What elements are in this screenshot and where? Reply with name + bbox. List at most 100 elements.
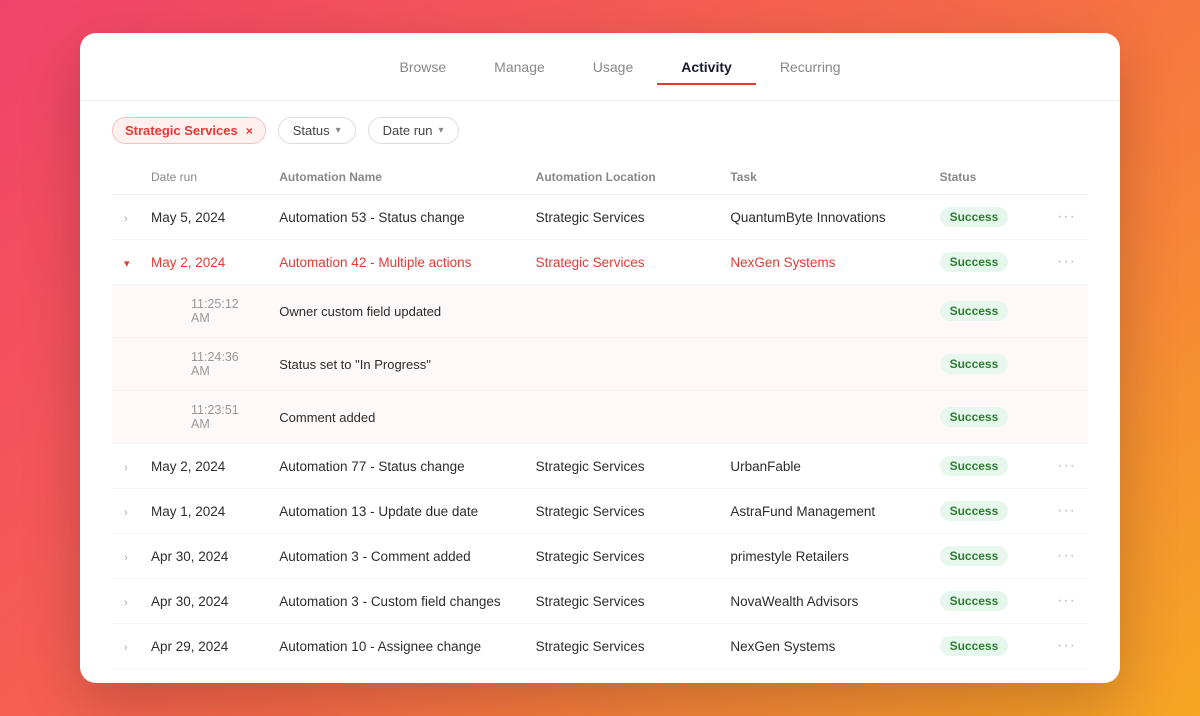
status-badge: Success — [940, 636, 1009, 656]
actions-cell[interactable]: ··· — [1045, 579, 1088, 624]
status-cell: Success — [928, 624, 1045, 669]
actions-cell[interactable]: ··· — [1045, 624, 1088, 669]
location-cell: Strategic Services — [524, 444, 719, 489]
sub-task-cell — [718, 391, 927, 444]
more-options-icon[interactable]: ··· — [1057, 457, 1076, 474]
expand-icon[interactable]: › — [112, 624, 139, 669]
tab-manage[interactable]: Manage — [470, 51, 569, 85]
task-cell: NexGen Systems — [718, 624, 927, 669]
filters-bar: Strategic Services × Status ▾ Date run ▾ — [80, 101, 1120, 160]
more-options-icon[interactable]: ··· — [1057, 592, 1076, 609]
more-options-icon[interactable]: ··· — [1057, 208, 1076, 225]
table-row: › May 5, 2024 Automation 53 - Status cha… — [112, 195, 1088, 240]
daterun-filter-label: Date run — [383, 123, 433, 138]
sub-status-cell: Success — [928, 338, 1045, 391]
sub-action-cell: Comment added — [267, 391, 523, 444]
actions-cell[interactable]: ··· — [1045, 444, 1088, 489]
status-badge: Success — [940, 252, 1009, 272]
location-cell: Strategic Services — [524, 195, 719, 240]
date-cell: May 5, 2024 — [139, 195, 267, 240]
location-cell: Strategic Services — [524, 240, 719, 285]
status-cell: Success — [928, 489, 1045, 534]
date-cell: Apr 30, 2024 — [139, 579, 267, 624]
task-cell: NexGen Systems — [718, 240, 927, 285]
sub-task-cell — [718, 285, 927, 338]
table-container: Date run Automation Name Automation Loca… — [80, 160, 1120, 683]
main-card: Browse Manage Usage Activity Recurring S… — [80, 33, 1120, 683]
date-cell: May 2, 2024 — [139, 444, 267, 489]
actions-cell[interactable]: ··· — [1045, 240, 1088, 285]
task-cell: primestyle Retailers — [718, 534, 927, 579]
actions-cell[interactable]: ··· — [1045, 195, 1088, 240]
sub-expand-icon — [112, 338, 139, 391]
date-cell: Apr 29, 2024 — [139, 624, 267, 669]
more-options-icon[interactable]: ··· — [1057, 502, 1076, 519]
automation-name-cell: Automation 3 - Custom field changes — [267, 579, 523, 624]
automation-name-cell: Automation 3 - Comment added — [267, 534, 523, 579]
status-badge: Success — [940, 591, 1009, 611]
tab-usage[interactable]: Usage — [569, 51, 657, 85]
expand-icon[interactable]: ▾ — [112, 240, 139, 285]
table-row: › May 2, 2024 Automation 77 - Status cha… — [112, 444, 1088, 489]
sub-row: 11:25:12 AM Owner custom field updated S… — [112, 285, 1088, 338]
header: Browse Manage Usage Activity Recurring — [80, 33, 1120, 101]
status-badge: Success — [940, 456, 1009, 476]
tab-browse[interactable]: Browse — [375, 51, 470, 85]
sub-actions-cell — [1045, 338, 1088, 391]
table-header-row: Date run Automation Name Automation Loca… — [112, 160, 1088, 195]
task-cell: NovaWealth Advisors — [718, 579, 927, 624]
status-cell: Success — [928, 579, 1045, 624]
col-expand — [112, 160, 139, 195]
automation-name-cell: Automation 10 - Assignee change — [267, 624, 523, 669]
nav-tabs: Browse Manage Usage Activity Recurring — [152, 50, 1088, 84]
more-options-icon[interactable]: ··· — [1057, 547, 1076, 564]
tab-activity[interactable]: Activity — [657, 51, 756, 85]
activity-table: Date run Automation Name Automation Loca… — [112, 160, 1088, 669]
sub-row: 11:23:51 AM Comment added Success — [112, 391, 1088, 444]
date-cell: Apr 30, 2024 — [139, 534, 267, 579]
filter-daterun-dropdown[interactable]: Date run ▾ — [368, 117, 459, 144]
automation-name-cell: Automation 77 - Status change — [267, 444, 523, 489]
more-options-icon[interactable]: ··· — [1057, 253, 1076, 270]
tab-recurring[interactable]: Recurring — [756, 51, 865, 85]
col-actions — [1045, 160, 1088, 195]
filter-chip-strategic-services[interactable]: Strategic Services × — [112, 117, 266, 144]
status-badge: Success — [940, 546, 1009, 566]
sub-time-cell: 11:25:12 AM — [139, 285, 267, 338]
table-row: › Apr 30, 2024 Automation 3 - Comment ad… — [112, 534, 1088, 579]
sub-location-cell — [524, 391, 719, 444]
sub-row: 11:24:36 AM Status set to "In Progress" … — [112, 338, 1088, 391]
location-cell: Strategic Services — [524, 489, 719, 534]
status-filter-label: Status — [293, 123, 330, 138]
automation-name-cell: Automation 53 - Status change — [267, 195, 523, 240]
actions-cell[interactable]: ··· — [1045, 489, 1088, 534]
sub-location-cell — [524, 338, 719, 391]
status-badge: Success — [940, 207, 1009, 227]
location-cell: Strategic Services — [524, 579, 719, 624]
close-icon[interactable]: × — [246, 124, 253, 138]
location-cell: Strategic Services — [524, 534, 719, 579]
sub-task-cell — [718, 338, 927, 391]
table-row: › Apr 30, 2024 Automation 3 - Custom fie… — [112, 579, 1088, 624]
chevron-down-icon: ▾ — [336, 125, 341, 136]
more-options-icon[interactable]: ··· — [1057, 637, 1076, 654]
expand-icon[interactable]: › — [112, 195, 139, 240]
sub-actions-cell — [1045, 391, 1088, 444]
sub-status-cell: Success — [928, 285, 1045, 338]
sub-action-cell: Status set to "In Progress" — [267, 338, 523, 391]
actions-cell[interactable]: ··· — [1045, 534, 1088, 579]
date-cell: May 1, 2024 — [139, 489, 267, 534]
expand-icon[interactable]: › — [112, 489, 139, 534]
filter-status-dropdown[interactable]: Status ▾ — [278, 117, 356, 144]
expand-icon[interactable]: › — [112, 444, 139, 489]
col-automation-name: Automation Name — [267, 160, 523, 195]
sub-action-cell: Owner custom field updated — [267, 285, 523, 338]
table-row: › May 1, 2024 Automation 13 - Update due… — [112, 489, 1088, 534]
location-cell: Strategic Services — [524, 624, 719, 669]
sub-expand-icon — [112, 285, 139, 338]
expand-icon[interactable]: › — [112, 579, 139, 624]
expand-icon[interactable]: › — [112, 534, 139, 579]
task-cell: AstraFund Management — [718, 489, 927, 534]
status-badge: Success — [940, 407, 1009, 427]
status-cell: Success — [928, 195, 1045, 240]
